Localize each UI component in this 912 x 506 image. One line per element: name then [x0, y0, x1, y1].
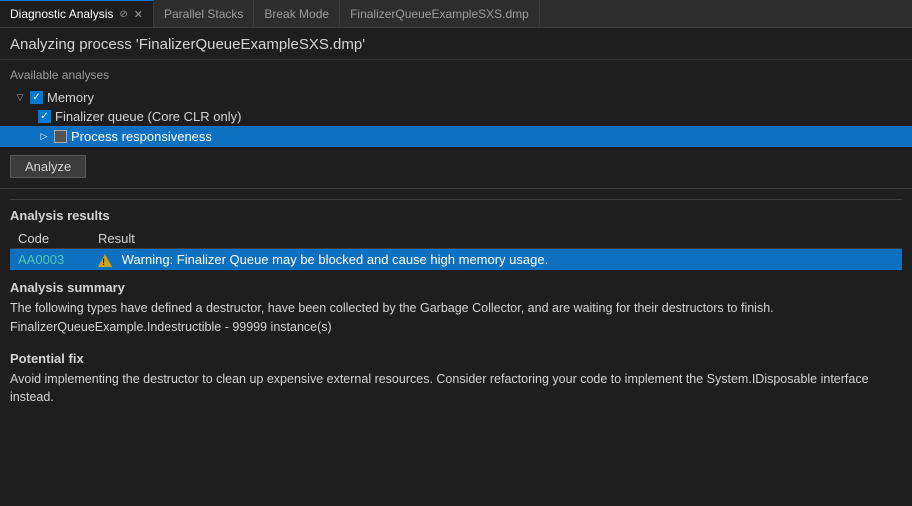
tree-item-memory[interactable]: ▽ Memory — [10, 88, 902, 107]
tab-parallel[interactable]: Parallel Stacks — [154, 0, 254, 27]
analysis-summary-text2: FinalizerQueueExample.Indestructible - 9… — [10, 318, 902, 337]
process-expand-icon[interactable]: ▷ — [38, 131, 50, 143]
tab-bar: Diagnostic Analysis ⊘ ✕ Parallel Stacks … — [0, 0, 912, 28]
potential-fix-title: Potential fix — [10, 351, 902, 366]
tree-item-finalizer[interactable]: Finalizer queue (Core CLR only) — [10, 107, 902, 126]
process-label: Process responsiveness — [71, 129, 212, 144]
page-title-bar: Analyzing process 'FinalizerQueueExample… — [0, 28, 912, 60]
table-row[interactable]: AA0003 ! Warning: Finalizer Queue may be… — [10, 249, 902, 271]
tab-diagnostic-icon: ⊘ — [119, 9, 127, 20]
page-title: Analyzing process 'FinalizerQueueExample… — [10, 36, 902, 53]
tab-parallel-label: Parallel Stacks — [164, 7, 243, 21]
tab-break[interactable]: Break Mode — [254, 0, 340, 27]
results-table: Code Result AA0003 ! Warning: Finalizer … — [10, 229, 902, 270]
result-code: AA0003 — [10, 249, 90, 271]
tab-dmpfile-label: FinalizerQueueExampleSXS.dmp — [350, 7, 529, 21]
potential-fix-section: Potential fix Avoid implementing the des… — [10, 351, 902, 408]
tab-diagnostic-label: Diagnostic Analysis — [10, 7, 113, 21]
analyze-button[interactable]: Analyze — [10, 155, 86, 178]
warning-icon: ! — [98, 254, 112, 267]
tab-diagnostic-close[interactable]: ✕ — [134, 8, 143, 21]
finalizer-checkbox[interactable] — [38, 110, 51, 123]
main-content: Available analyses ▽ Memory Finalizer qu… — [0, 60, 912, 415]
analysis-summary-title: Analysis summary — [10, 280, 902, 295]
tree-item-process[interactable]: ▷ Process responsiveness — [0, 126, 912, 147]
analysis-summary-section: Analysis summary The following types hav… — [10, 280, 902, 337]
analysis-results-title: Analysis results — [10, 208, 902, 223]
analysis-results-section: Analysis results Code Result AA0003 ! Wa… — [10, 199, 902, 270]
col-result: Result — [90, 229, 902, 249]
process-checkbox[interactable] — [54, 130, 67, 143]
finalizer-label: Finalizer queue (Core CLR only) — [55, 109, 241, 124]
analysis-summary-text1: The following types have defined a destr… — [10, 299, 902, 318]
memory-expand-icon[interactable]: ▽ — [14, 92, 26, 104]
tab-dmpfile[interactable]: FinalizerQueueExampleSXS.dmp — [340, 0, 540, 27]
memory-checkbox[interactable] — [30, 91, 43, 104]
result-text: ! Warning: Finalizer Queue may be blocke… — [90, 249, 902, 271]
tab-break-label: Break Mode — [264, 7, 329, 21]
memory-label: Memory — [47, 90, 94, 105]
col-code: Code — [10, 229, 90, 249]
available-analyses-label: Available analyses — [10, 68, 902, 82]
tab-diagnostic[interactable]: Diagnostic Analysis ⊘ ✕ — [0, 0, 154, 27]
divider1 — [0, 188, 912, 189]
potential-fix-text: Avoid implementing the destructor to cle… — [10, 370, 902, 408]
